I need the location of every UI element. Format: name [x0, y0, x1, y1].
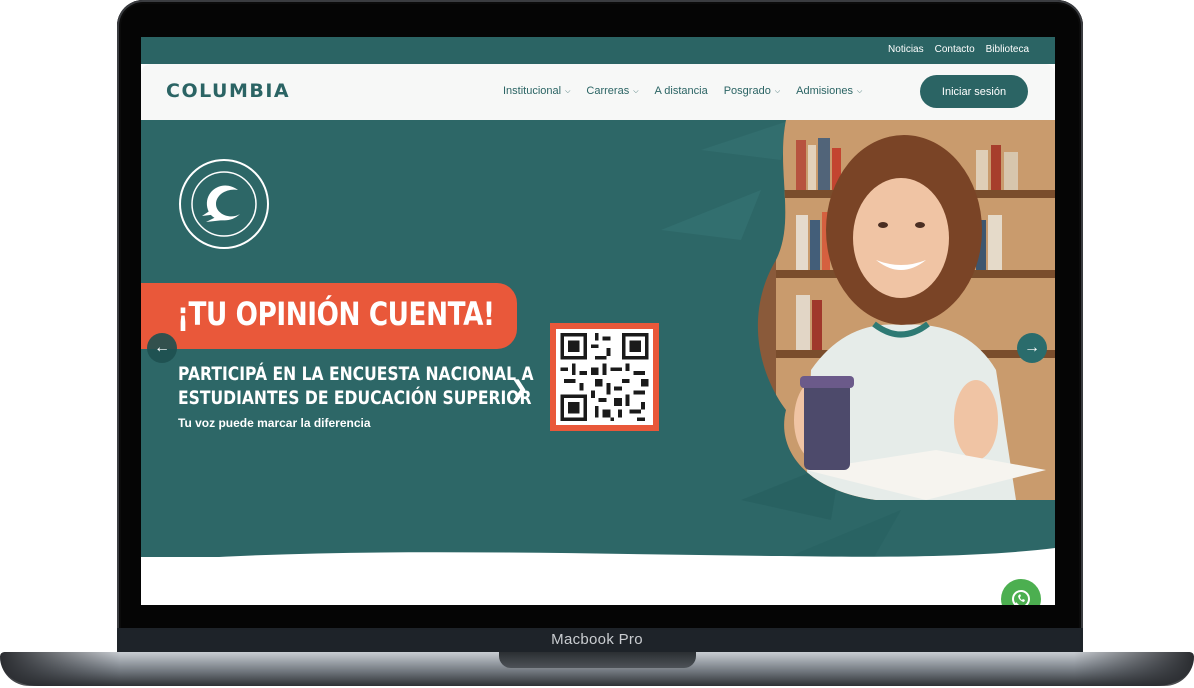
chevron-down-icon: ⌵ — [633, 88, 639, 95]
menu-item-label: Posgrado — [723, 85, 771, 97]
main-navbar: COLUMBIA Institucional ⌵ Carreras ⌵ A di… — [141, 64, 1055, 120]
menu-item-posgrado[interactable]: Posgrado ⌵ — [724, 85, 780, 97]
menu-item-admisiones[interactable]: Admisiones ⌵ — [796, 85, 862, 97]
top-link-noticias[interactable]: Noticias — [888, 44, 924, 55]
laptop-notch — [499, 652, 696, 668]
menu-item-label: A distancia — [654, 85, 708, 97]
main-menu: Institucional ⌵ Carreras ⌵ A distancia P… — [503, 85, 862, 97]
hero-bottom-wave — [141, 548, 1055, 580]
menu-item-label: Institucional — [503, 85, 562, 97]
screen: Noticias Contacto Biblioteca COLUMBIA In… — [141, 37, 1055, 605]
chevron-down-icon: ⌵ — [774, 88, 781, 95]
page-content-area — [141, 557, 1055, 605]
menu-item-institucional[interactable]: Institucional ⌵ — [503, 85, 570, 97]
device-label: Macbook Pro — [551, 631, 643, 648]
top-link-contacto[interactable]: Contacto — [935, 44, 975, 55]
chevron-down-icon: ⌵ — [856, 88, 863, 95]
laptop-base-edge-left — [0, 652, 120, 686]
top-link-biblioteca[interactable]: Biblioteca — [986, 44, 1029, 55]
whatsapp-icon — [1012, 590, 1030, 605]
chevron-down-icon: ⌵ — [565, 88, 571, 95]
hero-slider: ¡TU OPINIÓN CUENTA! PARTICIPÁ EN LA ENCU… — [141, 120, 1055, 580]
login-button[interactable]: Iniciar sesión — [920, 75, 1028, 108]
laptop-base-edge-right — [1074, 652, 1194, 686]
menu-item-label: Admisiones — [796, 85, 853, 97]
top-utility-bar: Noticias Contacto Biblioteca — [141, 37, 1055, 64]
top-links: Noticias Contacto Biblioteca — [888, 44, 1029, 55]
menu-item-a-distancia[interactable]: A distancia — [655, 85, 708, 97]
menu-item-label: Carreras — [586, 85, 630, 97]
menu-item-carreras[interactable]: Carreras ⌵ — [586, 85, 638, 97]
site-logo[interactable]: COLUMBIA — [166, 80, 290, 102]
